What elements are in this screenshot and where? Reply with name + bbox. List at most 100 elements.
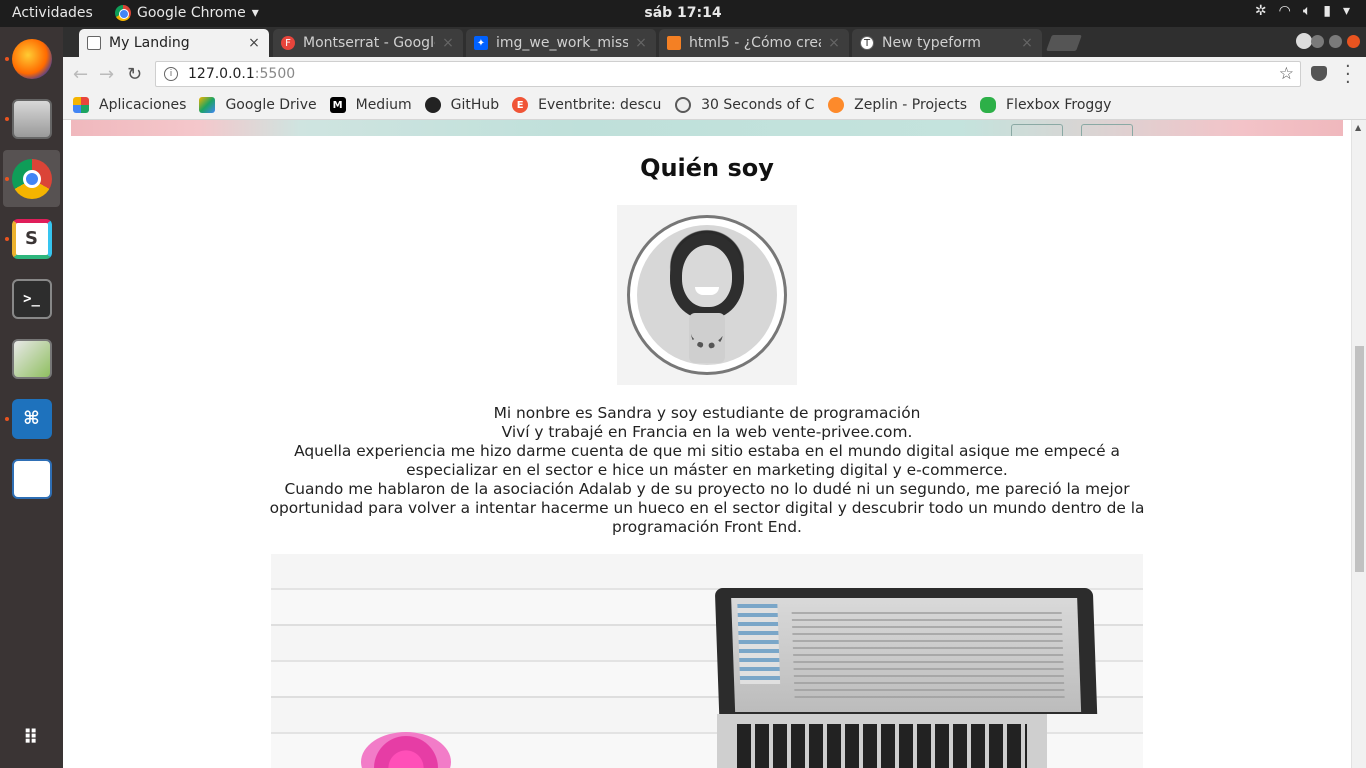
scroll-up-icon[interactable]: ▲ xyxy=(1355,123,1361,132)
address-bar[interactable]: i 127.0.0.1:5500 ☆ xyxy=(155,61,1301,87)
volume-icon[interactable]: 🔈︎ xyxy=(1303,3,1311,19)
dock-show-applications[interactable]: ⠿ xyxy=(3,708,60,765)
scrollbar-thumb[interactable] xyxy=(1355,346,1364,572)
tab-my-landing[interactable]: My Landing × xyxy=(79,29,269,57)
vscode-icon: ⌘ xyxy=(11,398,52,439)
close-icon[interactable]: × xyxy=(247,35,261,51)
battery-icon[interactable]: ▮ xyxy=(1323,3,1331,19)
close-icon[interactable]: × xyxy=(827,35,841,51)
terminal-icon: >_ xyxy=(11,278,52,319)
tab-title: Montserrat - Google Fonts xyxy=(303,35,435,51)
running-indicator xyxy=(5,57,9,61)
bookmark-label: 30 Seconds of Code xyxy=(701,97,815,113)
dock-firefox[interactable] xyxy=(3,30,60,87)
app-grid-icon: ⠿ xyxy=(22,724,41,749)
files-icon xyxy=(11,98,52,139)
frog-icon xyxy=(980,97,996,113)
about-line: Mi nonbre es Sandra y soy estudiante de … xyxy=(493,404,921,422)
page-viewport[interactable]: Quién soy Mi nonbre es Sandra y soy estu… xyxy=(63,120,1366,768)
app-menu[interactable]: Google Chrome ▾ xyxy=(115,5,259,21)
bookmark-30-seconds[interactable]: 30 Seconds of Code xyxy=(675,97,815,113)
dock-terminal[interactable]: >_ xyxy=(3,270,60,327)
laptop-photo xyxy=(271,554,1143,768)
dock: S >_ ⌘ ⠿ xyxy=(0,27,63,768)
profile-icon[interactable] xyxy=(1296,33,1312,49)
wifi-icon[interactable]: ◠ xyxy=(1279,3,1291,19)
activities-button[interactable]: Actividades xyxy=(12,5,93,21)
about-line: Aquella experiencia me hizo darme cuenta… xyxy=(294,442,1120,479)
browser-window: My Landing × F Montserrat - Google Fonts… xyxy=(63,27,1366,768)
hero-image-bottom xyxy=(71,120,1343,136)
system-top-bar: Actividades Google Chrome ▾ sáb 17:14 ✲ … xyxy=(0,0,1366,27)
system-tray[interactable]: ✲ ◠ 🔈︎ ▮ ▾ xyxy=(1255,3,1350,19)
close-icon[interactable]: × xyxy=(634,35,648,51)
tab-montserrat[interactable]: F Montserrat - Google Fonts × xyxy=(273,29,463,57)
bookmark-label: Aplicaciones xyxy=(99,97,187,113)
url-host: 127.0.0.1 xyxy=(188,66,255,82)
dock-document-viewer[interactable] xyxy=(3,450,60,507)
bookmark-flexbox-froggy[interactable]: Flexbox Froggy xyxy=(980,97,1111,113)
url-port: :5500 xyxy=(254,66,296,82)
bookmark-github[interactable]: GitHub xyxy=(424,97,500,113)
running-indicator xyxy=(5,237,9,241)
dock-image-viewer[interactable] xyxy=(3,330,60,387)
bookmark-label: Eventbrite: descubre xyxy=(538,97,662,113)
running-indicator xyxy=(5,117,9,121)
running-indicator xyxy=(5,177,9,181)
pocket-icon[interactable] xyxy=(1311,66,1327,81)
about-title: Quién soy xyxy=(640,154,774,182)
tab-stackoverflow[interactable]: html5 - ¿Cómo crear × xyxy=(659,29,849,57)
bookmark-zeplin[interactable]: Zeplin - Projects xyxy=(828,97,967,113)
maximize-icon[interactable] xyxy=(1329,35,1342,48)
apps-grid-icon xyxy=(73,97,89,113)
document-viewer-icon xyxy=(11,458,52,499)
dropbox-icon: ✦ xyxy=(474,36,488,50)
forward-arrow-icon[interactable]: → xyxy=(99,64,114,85)
profile-photo xyxy=(617,205,797,385)
stackoverflow-icon xyxy=(667,36,681,50)
close-icon[interactable]: × xyxy=(441,35,455,51)
dock-slack[interactable]: S xyxy=(3,210,60,267)
bookmark-label: GitHub xyxy=(450,97,500,113)
reload-icon[interactable]: ↻ xyxy=(127,64,142,85)
bookmark-eventbrite[interactable]: E Eventbrite: descubre xyxy=(512,97,662,113)
chevron-down-icon[interactable]: ▾ xyxy=(1343,3,1350,19)
close-icon[interactable]: × xyxy=(1020,35,1034,51)
info-icon[interactable]: i xyxy=(164,67,178,81)
slack-icon: S xyxy=(11,218,52,259)
window-controls xyxy=(1311,35,1360,48)
tab-dropbox[interactable]: ✦ img_we_work_mission × xyxy=(466,29,656,57)
about-text: Mi nonbre es Sandra y soy estudiante de … xyxy=(269,404,1145,537)
bookmark-label: Google Drive xyxy=(225,97,317,113)
flower-image xyxy=(361,732,451,768)
about-line: Cuando me hablaron de la asociación Adal… xyxy=(269,480,1145,536)
bookmark-apps[interactable]: Aplicaciones xyxy=(73,97,186,113)
bookmark-label: Medium xyxy=(355,97,412,113)
bookmark-medium[interactable]: M Medium xyxy=(329,97,412,113)
image-viewer-icon xyxy=(11,338,52,379)
minimize-icon[interactable] xyxy=(1311,35,1324,48)
chevron-down-icon: ▾ xyxy=(251,5,259,21)
menu-icon[interactable]: · · · xyxy=(1345,58,1351,92)
tab-typeform[interactable]: T New typeform × xyxy=(852,29,1042,57)
stopwatch-icon xyxy=(675,97,692,113)
dock-files[interactable] xyxy=(3,90,60,147)
back-arrow-icon[interactable]: ← xyxy=(73,64,88,85)
zeplin-icon xyxy=(828,97,845,113)
bookmark-star-icon[interactable]: ☆ xyxy=(1279,64,1294,84)
dock-chrome[interactable] xyxy=(3,150,60,207)
close-window-icon[interactable] xyxy=(1347,35,1360,48)
page-scrollbar[interactable]: ▲ xyxy=(1351,120,1366,768)
google-fonts-icon: F xyxy=(281,36,295,50)
tab-title: img_we_work_mission xyxy=(496,35,628,51)
accessibility-icon[interactable]: ✲ xyxy=(1255,3,1267,19)
chrome-icon xyxy=(11,158,52,199)
typeform-icon: T xyxy=(860,36,874,50)
eventbrite-icon: E xyxy=(512,97,529,113)
app-menu-label: Google Chrome xyxy=(137,5,246,21)
bookmark-google-drive[interactable]: Google Drive xyxy=(199,97,317,113)
tab-title: New typeform xyxy=(882,35,981,51)
new-tab-button[interactable] xyxy=(1046,35,1082,51)
tab-title: My Landing xyxy=(109,35,190,51)
dock-vscode[interactable]: ⌘ xyxy=(3,390,60,447)
